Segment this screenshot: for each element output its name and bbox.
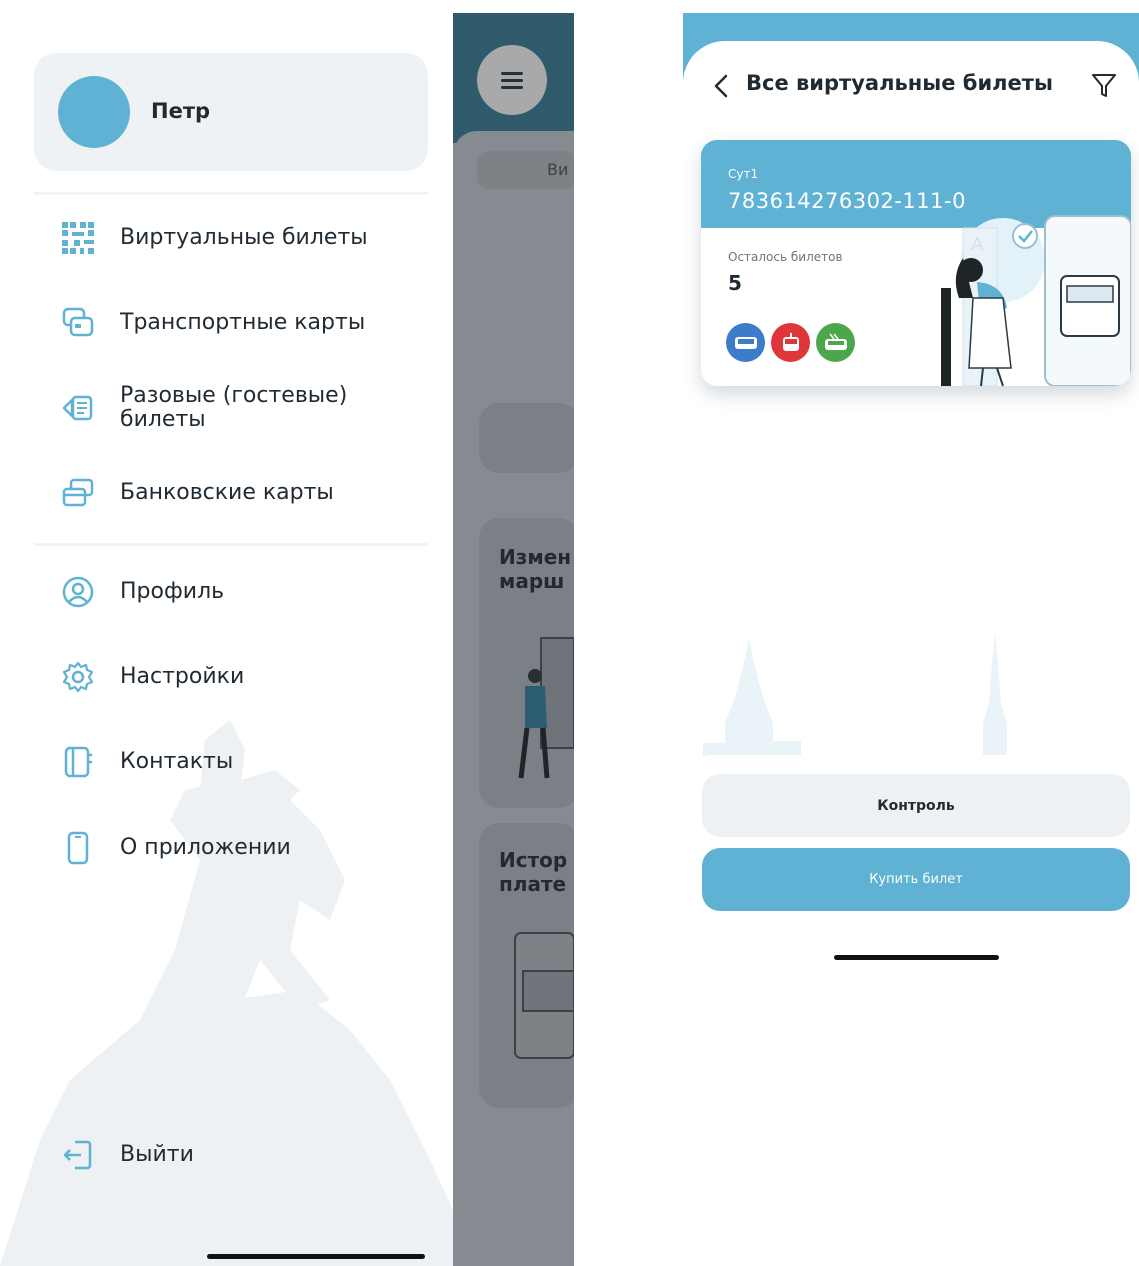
buy-ticket-button[interactable]: Купить билет (702, 848, 1130, 911)
background-card-title: Измен марш (499, 545, 572, 593)
menu-label: Разовые (гостевые) билеты (120, 383, 348, 432)
background-card-title: Истор плате (499, 848, 568, 896)
divider (34, 543, 428, 546)
ticket-number: 783614276302-111-0 (728, 189, 966, 213)
menu-label: Настройки (120, 664, 245, 689)
home-indicator (207, 1254, 425, 1259)
tram-icon (771, 323, 810, 362)
menu-label: Банковские карты (120, 480, 334, 505)
menu-label: Контакты (120, 749, 234, 774)
virtual-tickets-screen: Все виртуальные билеты Сут1 783614276302… (683, 13, 1139, 1266)
ticket-type: Сут1 (728, 167, 759, 181)
trolleybus-icon (816, 323, 855, 362)
guest-ticket-icon (60, 390, 96, 426)
control-button[interactable]: Контроль (702, 774, 1130, 837)
remaining-count: 5 (728, 271, 742, 295)
hamburger-icon (501, 72, 523, 89)
person-illustration (518, 637, 574, 779)
menu-item-virtual-tickets[interactable]: Виртуальные билеты (60, 213, 368, 263)
page-title: Все виртуальные билеты (746, 71, 1053, 95)
user-name: Петр (151, 99, 211, 123)
divider (34, 192, 428, 195)
menu-item-profile[interactable]: Профиль (60, 567, 224, 617)
filter-icon[interactable] (1091, 71, 1117, 99)
bus-icon (726, 323, 765, 362)
ticket-card[interactable]: Сут1 783614276302-111-0 Осталось билетов… (701, 140, 1131, 386)
home-indicator (834, 955, 999, 960)
contacts-book-icon (60, 744, 96, 780)
gear-icon (60, 659, 96, 695)
menu-label: О приложении (120, 835, 291, 860)
profile-icon (60, 574, 96, 610)
profile-card[interactable]: Петр (34, 53, 428, 171)
phone-icon (60, 830, 96, 866)
background-box (479, 403, 574, 473)
logout-button[interactable]: Выйти (60, 1130, 194, 1180)
menu-burger-button[interactable] (477, 45, 547, 115)
menu-label: Виртуальные билеты (120, 225, 368, 250)
avatar (58, 76, 130, 148)
city-skyline-watermark (703, 633, 1007, 773)
menu-item-transport-cards[interactable]: Транспортные карты (60, 298, 365, 348)
dimmed-background-screen[interactable]: Ви Измен марш Истор плате (453, 13, 574, 1266)
back-chevron-icon[interactable] (711, 73, 733, 99)
menu-item-guest-tickets[interactable]: Разовые (гостевые) билеты (60, 383, 400, 433)
bank-cards-icon (60, 475, 96, 511)
qr-code-icon (60, 220, 96, 256)
logout-label: Выйти (120, 1142, 194, 1167)
menu-item-bank-cards[interactable]: Банковские карты (60, 468, 334, 518)
transport-card-icon (60, 305, 96, 341)
logout-icon (60, 1137, 96, 1173)
menu-item-about[interactable]: О приложении (60, 823, 291, 873)
svg-text:A: A (971, 234, 984, 255)
menu-label: Транспортные карты (120, 310, 366, 335)
menu-item-settings[interactable]: Настройки (60, 652, 244, 702)
side-drawer: Петр Виртуальные билеты Транспортные кар… (0, 0, 453, 1266)
background-pill: Ви (477, 151, 574, 189)
bronze-horseman-watermark (0, 720, 453, 1266)
transport-modes (726, 323, 855, 362)
terminal-illustration (514, 932, 574, 1059)
menu-label: Профиль (120, 579, 225, 604)
menu-item-contacts[interactable]: Контакты (60, 737, 233, 787)
remaining-label: Осталось билетов (728, 250, 843, 264)
woman-with-phone-illustration: A (941, 215, 1131, 386)
